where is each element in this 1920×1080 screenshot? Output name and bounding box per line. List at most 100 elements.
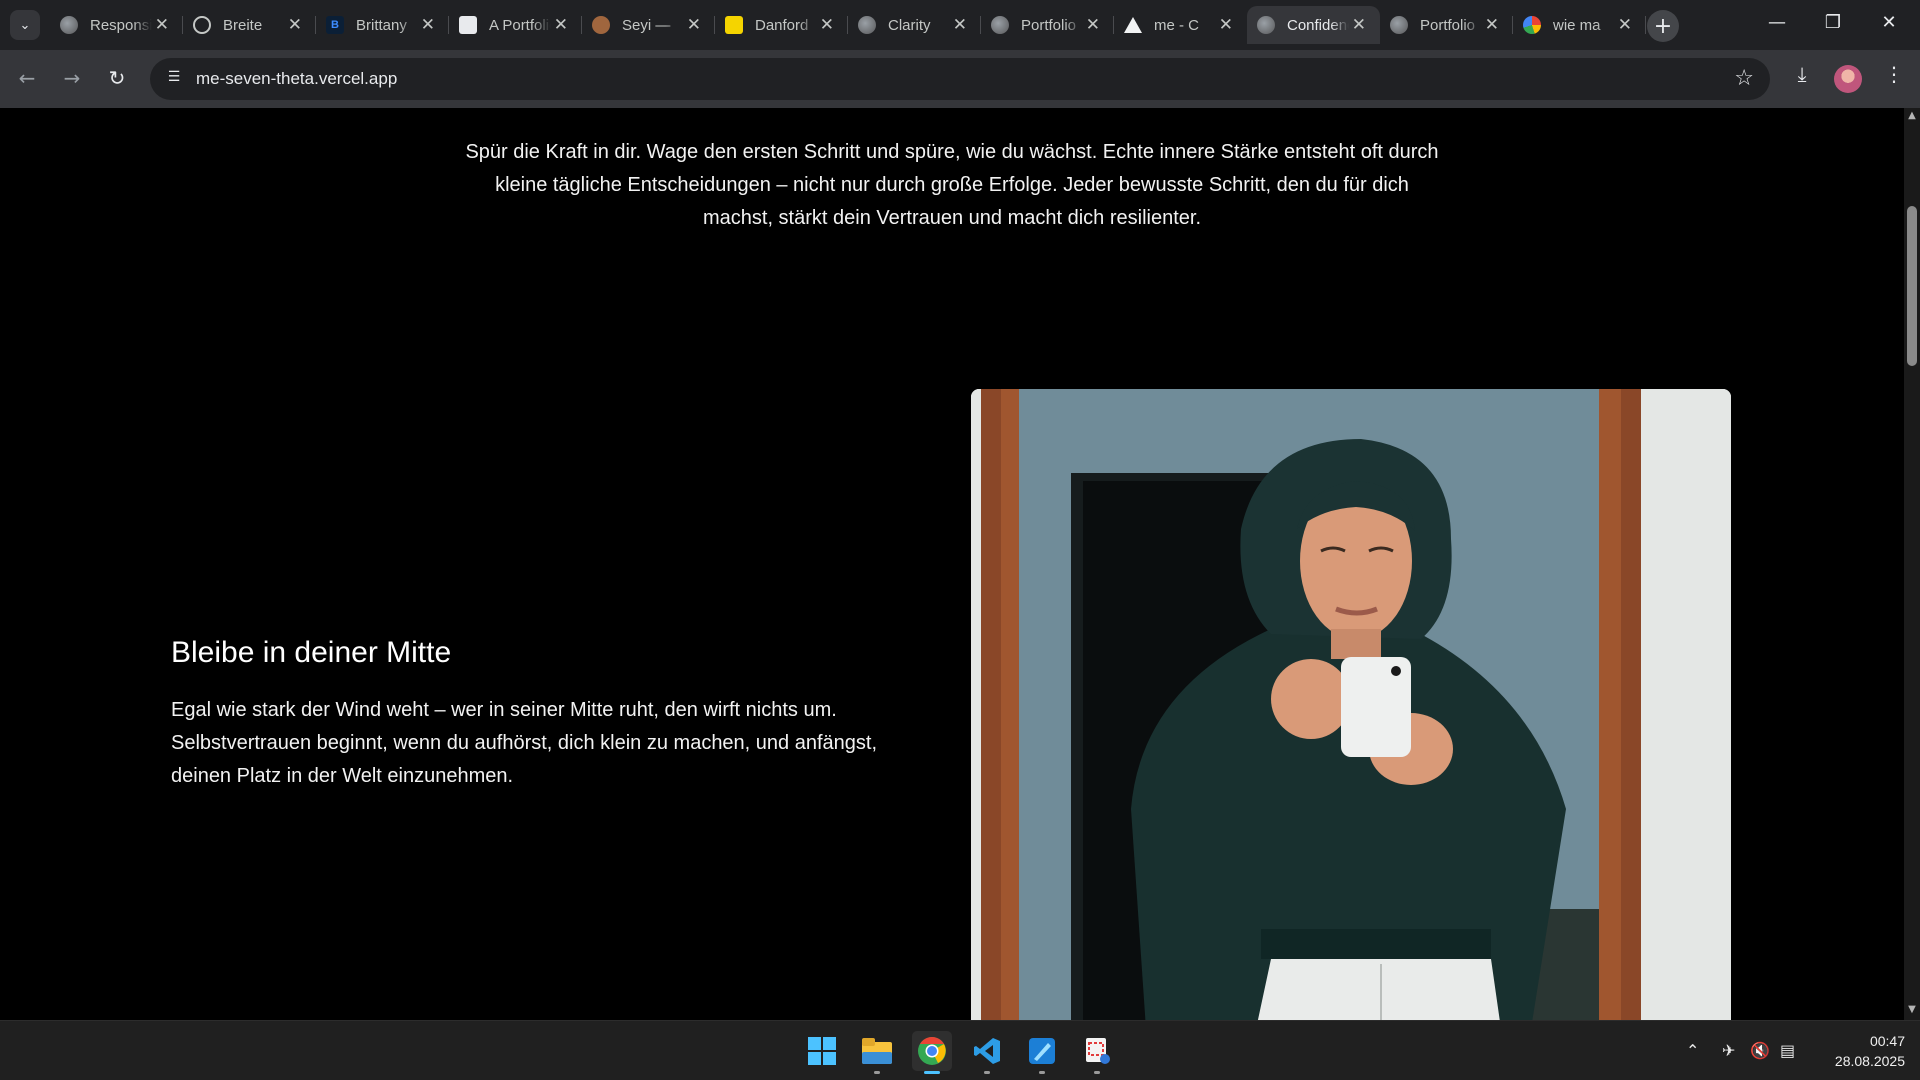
tab-active[interactable]: Confidence✕	[1247, 6, 1380, 44]
restore-button[interactable]: ❐	[1818, 12, 1848, 33]
tab[interactable]: Clarity ✕	[848, 6, 981, 44]
hoodie-person-mirror-illustration	[971, 389, 1731, 1020]
tab-title: Danford	[755, 16, 809, 34]
globe-icon	[1257, 16, 1275, 34]
clock-time: 00:47	[1869, 1033, 1905, 1049]
tab[interactable]: Seyi — ✕	[582, 6, 715, 44]
start-button[interactable]	[802, 1031, 842, 1071]
vscode-icon	[974, 1038, 1000, 1064]
download-icon: ⤓	[1797, 62, 1807, 86]
vercel-icon	[1124, 17, 1142, 33]
arrow-right-icon: →	[63, 66, 81, 90]
tab[interactable]: wie ma ✕	[1513, 6, 1646, 44]
close-icon[interactable]: ✕	[1086, 15, 1100, 35]
illustration-graphic	[971, 389, 1731, 1020]
globe-icon	[991, 16, 1009, 34]
windows-taskbar: ⌃ ✈ 🔇 ▤ 00:47 28.08.2025	[0, 1020, 1920, 1080]
menu-button[interactable]: ⋮	[1878, 62, 1910, 86]
tab[interactable]: Portfolio ✕	[981, 6, 1114, 44]
tab-list: Responsive✕ Breite✕ BBrittany✕ A Portfol…	[50, 6, 1646, 44]
paint-icon	[1029, 1038, 1055, 1064]
browser-tab-strip: ⌄ Responsive✕ Breite✕ BBrittany✕ A Portf…	[0, 0, 1920, 50]
file-explorer-icon	[862, 1038, 892, 1064]
running-indicator	[874, 1071, 880, 1074]
new-tab-button[interactable]: +	[1647, 10, 1679, 42]
tab-title: Seyi —	[622, 16, 671, 34]
file-explorer-button[interactable]	[857, 1031, 897, 1074]
snipping-tool-button[interactable]	[1077, 1031, 1117, 1074]
volume-muted-icon[interactable]: 🔇	[1750, 1041, 1770, 1060]
system-clock[interactable]: 00:47 28.08.2025	[1815, 1031, 1905, 1071]
scroll-up-arrow-icon[interactable]: ▲	[1904, 110, 1920, 124]
tab-title: Portfolio	[1420, 16, 1476, 34]
paint-button[interactable]	[1022, 1031, 1062, 1074]
close-icon[interactable]: ✕	[1618, 15, 1632, 35]
globe-icon	[858, 16, 876, 34]
codepen-icon	[459, 16, 477, 34]
tab-title: Portfolio	[1021, 16, 1077, 34]
close-window-button[interactable]: ✕	[1874, 12, 1904, 33]
running-indicator	[1094, 1071, 1100, 1074]
back-button[interactable]: ←	[12, 63, 42, 93]
b-icon: B	[326, 16, 344, 34]
globe-icon	[60, 16, 78, 34]
globe-icon	[1390, 16, 1408, 34]
tab-search-button[interactable]: ⌄	[10, 10, 40, 40]
vscode-button[interactable]	[967, 1031, 1007, 1074]
intro-paragraph: Spür die Kraft in dir. Wage den ersten S…	[465, 141, 1439, 229]
tab-title: wie ma	[1553, 16, 1601, 34]
tab-title: me - C	[1154, 16, 1199, 34]
tab[interactable]: Portfolio ✕	[1380, 6, 1513, 44]
close-icon[interactable]: ✕	[1352, 15, 1366, 35]
close-icon[interactable]: ✕	[1219, 15, 1233, 35]
running-indicator	[1039, 1071, 1045, 1074]
address-bar[interactable]: ☰ me-seven-theta.vercel.app ☆	[150, 58, 1770, 100]
battery-icon[interactable]: ▤	[1780, 1041, 1795, 1060]
minimize-icon: —	[1768, 12, 1786, 33]
scrollbar-thumb[interactable]	[1907, 206, 1917, 366]
section-body: Egal wie stark der Wind weht – wer in se…	[171, 699, 878, 787]
tab-title: Breite	[223, 16, 263, 34]
chrome-icon	[918, 1037, 946, 1065]
lamp-icon	[725, 16, 743, 34]
tab[interactable]: Breite ✕	[183, 6, 316, 44]
close-icon[interactable]: ✕	[1485, 15, 1499, 35]
tab[interactable]: me - C ✕	[1114, 6, 1247, 44]
page-scrollbar[interactable]: ▲ ▼	[1904, 108, 1920, 1020]
start-icon	[808, 1037, 836, 1065]
tab[interactable]: Responsive✕	[50, 6, 183, 44]
close-icon[interactable]: ✕	[820, 15, 834, 35]
download-button[interactable]: ⤓	[1786, 62, 1818, 86]
close-icon[interactable]: ✕	[554, 15, 568, 35]
tab[interactable]: Danford ✕	[715, 6, 848, 44]
running-indicator	[984, 1071, 990, 1074]
close-icon[interactable]: ✕	[687, 15, 701, 35]
google-icon	[1523, 16, 1541, 34]
close-icon[interactable]: ✕	[421, 15, 435, 35]
reload-button[interactable]: ↻	[102, 63, 132, 93]
site-info-icon[interactable]: ☰	[164, 69, 184, 89]
minimize-button[interactable]: —	[1762, 12, 1792, 33]
forward-button[interactable]: →	[57, 63, 87, 93]
restore-icon: ❐	[1824, 12, 1842, 33]
close-icon[interactable]: ✕	[155, 15, 169, 35]
browser-toolbar: ← → ↻ ☰ me-seven-theta.vercel.app ☆ ⤓ ⋮	[0, 50, 1920, 108]
tab[interactable]: A Portfolio ✕	[449, 6, 582, 44]
chevron-up-icon: ⌃	[1686, 1041, 1700, 1060]
active-indicator	[924, 1071, 940, 1074]
clock-date: 28.08.2025	[1834, 1053, 1905, 1069]
show-hidden-icons-button[interactable]: ⌃	[1686, 1041, 1699, 1060]
bookmark-star-icon[interactable]: ☆	[1734, 66, 1754, 91]
close-icon[interactable]: ✕	[953, 15, 967, 35]
url-text[interactable]: me-seven-theta.vercel.app	[196, 69, 397, 89]
chevron-down-icon: ⌄	[19, 17, 31, 33]
network-icon[interactable]: ✈	[1722, 1041, 1735, 1060]
tab[interactable]: B Brittany ✕	[316, 6, 449, 44]
tab-title: Responsive	[90, 16, 152, 34]
close-icon[interactable]: ✕	[288, 15, 302, 35]
arrow-left-icon: ←	[18, 66, 36, 90]
profile-avatar[interactable]	[1834, 65, 1862, 93]
chrome-button[interactable]	[912, 1031, 952, 1074]
scroll-down-arrow-icon[interactable]: ▼	[1904, 1004, 1920, 1018]
avatar-icon	[592, 16, 610, 34]
